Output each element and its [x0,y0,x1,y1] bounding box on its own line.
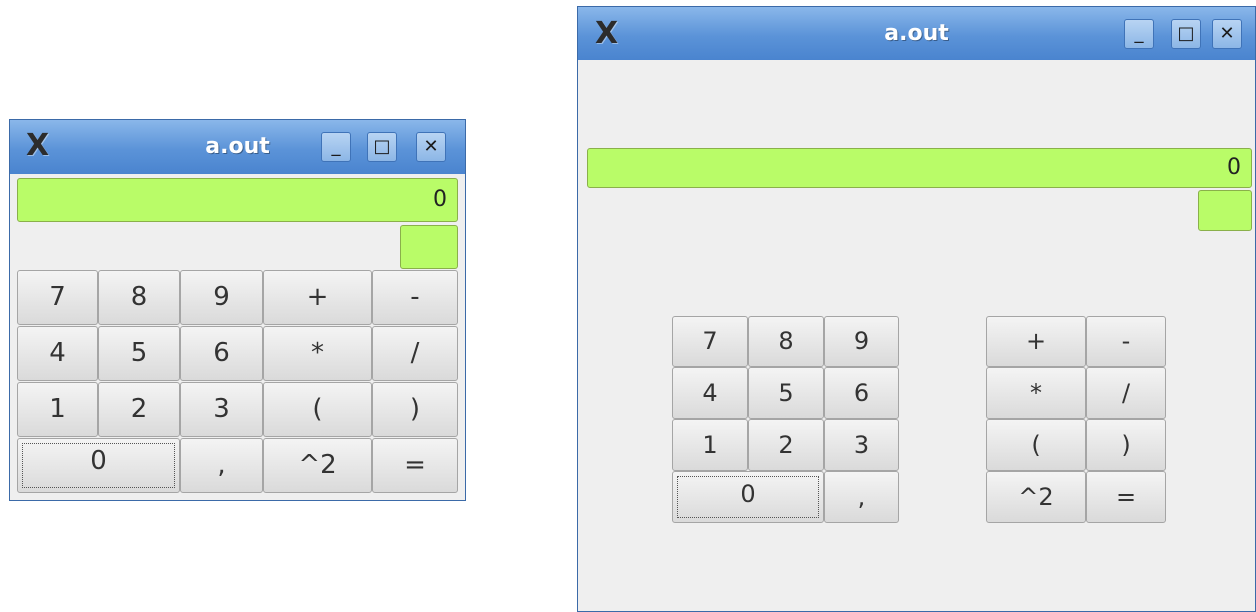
button-label: ^2 [298,450,337,480]
digit-8-button[interactable]: 8 [98,270,180,325]
multiply-button[interactable]: * [986,367,1086,419]
calculator-window-large: X a.out _ □ ✕ 0 7 8 9 4 5 6 1 2 3 0 , + … [577,6,1256,612]
divide-button[interactable]: / [1086,367,1166,419]
square-button[interactable]: ^2 [986,471,1086,523]
digit-6-button[interactable]: 6 [824,367,899,419]
digit-2-button[interactable]: 2 [748,419,824,471]
button-label: - [410,282,420,312]
result-display: 0 [587,148,1252,188]
digit-3-button[interactable]: 3 [824,419,899,471]
divide-button[interactable]: / [372,326,458,381]
button-label: 5 [778,379,794,407]
right-paren-button[interactable]: ) [372,382,458,437]
button-label: * [1030,379,1042,407]
digit-1-button[interactable]: 1 [17,382,98,437]
button-label: 8 [130,282,148,312]
minus-button[interactable]: - [1086,316,1166,367]
result-display: 0 [17,178,458,222]
button-label: 9 [853,327,870,355]
button-label: 6 [213,338,230,368]
equals-button[interactable]: = [1086,471,1166,523]
button-label: 2 [130,394,148,424]
button-label: / [410,338,420,368]
close-button[interactable]: ✕ [416,132,446,162]
left-paren-button[interactable]: ( [263,382,372,437]
right-paren-button[interactable]: ) [1086,419,1166,471]
button-label: + [1025,327,1047,355]
button-label: 1 [49,394,66,424]
button-label: 5 [130,338,148,368]
maximize-button[interactable]: □ [1171,19,1201,49]
button-label: = [404,450,426,480]
button-label: 4 [49,338,66,368]
digit-0-button[interactable]: 0 [17,438,180,493]
digit-0-button[interactable]: 0 [672,471,824,523]
titlebar[interactable]: X a.out _ □ ✕ [10,120,465,174]
digit-8-button[interactable]: 8 [748,316,824,367]
digit-2-button[interactable]: 2 [98,382,180,437]
multiply-button[interactable]: * [263,326,372,381]
status-indicator [400,225,458,269]
button-label: + [306,282,329,312]
digit-5-button[interactable]: 5 [748,367,824,419]
button-label: 6 [853,379,870,407]
left-paren-button[interactable]: ( [986,419,1086,471]
minimize-button[interactable]: _ [321,132,351,162]
button-label: ^2 [1018,483,1054,511]
status-indicator [1198,190,1252,231]
digit-4-button[interactable]: 4 [672,367,748,419]
comma-button[interactable]: , [824,471,899,523]
button-label: 7 [702,327,718,355]
button-label: ( [312,394,323,424]
minus-button[interactable]: - [372,270,458,325]
calculator-window-small: X a.out _ □ ✕ 0 7 8 9 + - 4 5 6 * / 1 2 … [9,119,466,501]
digit-7-button[interactable]: 7 [672,316,748,367]
button-label: 1 [702,431,718,459]
square-button[interactable]: ^2 [263,438,372,493]
digit-7-button[interactable]: 7 [17,270,98,325]
digit-1-button[interactable]: 1 [672,419,748,471]
button-label: 7 [49,282,66,312]
minimize-button[interactable]: _ [1124,19,1154,49]
digit-9-button[interactable]: 9 [824,316,899,367]
comma-button[interactable]: , [180,438,263,493]
button-label: 2 [778,431,794,459]
digit-5-button[interactable]: 5 [98,326,180,381]
button-label: ( [1031,431,1041,459]
maximize-button[interactable]: □ [367,132,397,162]
button-label: 8 [778,327,794,355]
button-label: , [217,450,226,480]
button-label: 0 [740,480,756,508]
button-label: / [1121,379,1131,407]
button-label: = [1115,483,1137,511]
button-label: 3 [853,431,870,459]
digit-3-button[interactable]: 3 [180,382,263,437]
button-label: ) [1121,431,1131,459]
close-button[interactable]: ✕ [1212,19,1242,49]
equals-button[interactable]: = [372,438,458,493]
button-label: ) [409,394,421,424]
button-label: - [1121,327,1131,355]
button-label: 3 [213,394,230,424]
plus-button[interactable]: + [986,316,1086,367]
plus-button[interactable]: + [263,270,372,325]
button-label: 9 [213,282,230,312]
digit-9-button[interactable]: 9 [180,270,263,325]
digit-4-button[interactable]: 4 [17,326,98,381]
titlebar[interactable]: X a.out _ □ ✕ [578,7,1255,60]
button-label: 4 [702,379,718,407]
button-label: * [311,338,324,368]
button-label: , [857,483,866,511]
digit-6-button[interactable]: 6 [180,326,263,381]
button-label: 0 [90,446,107,476]
